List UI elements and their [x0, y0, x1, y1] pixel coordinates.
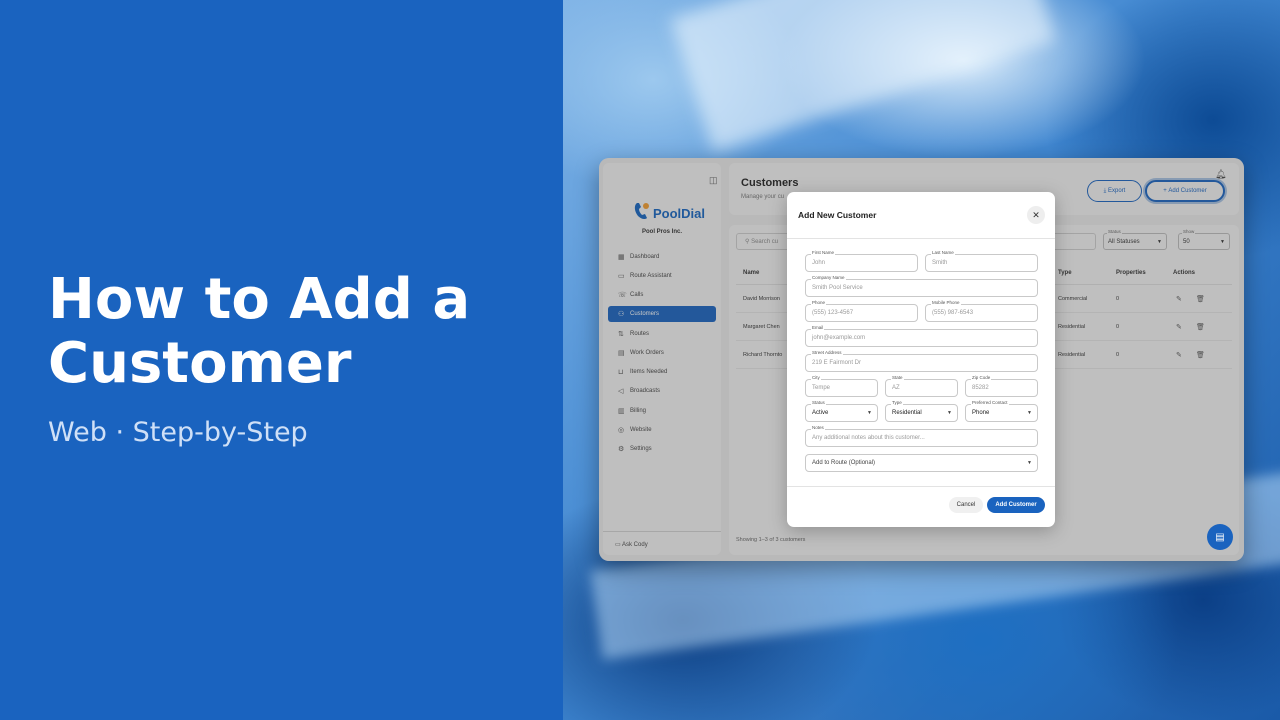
- field-placeholder: Smith: [932, 260, 948, 266]
- field-label: Company Name: [811, 275, 846, 280]
- dialog-title: Add New Customer: [798, 210, 877, 220]
- field-label: Status: [811, 400, 826, 405]
- status-select[interactable]: Status Active ▼: [805, 400, 878, 422]
- notes-field[interactable]: Notes Any additional notes about this cu…: [805, 425, 1038, 447]
- add-customer-dialog: Add New Customer ✕ First Name John Last …: [787, 192, 1055, 527]
- street-address-field[interactable]: Street Address 219 E Fairmont Dr: [805, 350, 1038, 372]
- field-value: Residential: [892, 410, 922, 416]
- app-window: ◫ PoolDial Pool Pros Inc. ▦ Dashboard ▭ Ro…: [599, 158, 1244, 561]
- field-label: Email: [811, 325, 825, 330]
- field-placeholder: (555) 987-6543: [932, 310, 974, 316]
- route-select[interactable]: Add to Route (Optional) ▼: [805, 454, 1038, 472]
- preferred-contact-select[interactable]: Preferred Contact Phone ▼: [965, 400, 1038, 422]
- type-select[interactable]: Type Residential ▼: [885, 400, 958, 422]
- field-label: State: [891, 375, 904, 380]
- chat-button[interactable]: ▤: [1207, 524, 1233, 550]
- divider: [787, 486, 1055, 487]
- chevron-down-icon: ▼: [1027, 410, 1032, 416]
- field-value: Active: [812, 410, 829, 416]
- field-placeholder: 219 E Fairmont Dr: [812, 360, 862, 366]
- field-label: Phone: [811, 300, 827, 305]
- hero-title: How to Add a Customer: [48, 267, 471, 396]
- field-label: Type: [891, 400, 903, 405]
- field-label: Notes: [811, 425, 825, 430]
- chevron-down-icon: ▼: [947, 410, 952, 416]
- field-label: Mobile Phone: [931, 300, 961, 305]
- first-name-field[interactable]: First Name John: [805, 250, 918, 272]
- field-placeholder: Add to Route (Optional): [812, 460, 876, 466]
- phone-field[interactable]: Phone (555) 123-4567: [805, 300, 918, 322]
- field-placeholder: john@example.com: [812, 335, 866, 341]
- field-placeholder: Smith Pool Service: [812, 285, 863, 291]
- field-placeholder: (555) 123-4567: [812, 310, 854, 316]
- close-icon[interactable]: ✕: [1027, 206, 1045, 224]
- state-field[interactable]: State AZ: [885, 375, 958, 397]
- field-placeholder: AZ: [892, 385, 900, 391]
- field-label: Street Address: [811, 350, 843, 355]
- field-label: Preferred Contact: [971, 400, 1009, 405]
- city-field[interactable]: City Tempe: [805, 375, 878, 397]
- hero-panel: How to Add a Customer Web · Step-by-Step: [0, 0, 563, 720]
- field-label: First Name: [811, 250, 836, 255]
- field-label: Zip Code: [971, 375, 992, 380]
- email-field[interactable]: Email john@example.com: [805, 325, 1038, 347]
- field-placeholder: 85282: [972, 385, 989, 391]
- cancel-button[interactable]: Cancel: [949, 497, 983, 513]
- chevron-down-icon: ▼: [1027, 460, 1032, 466]
- field-label: City: [811, 375, 821, 380]
- mobile-phone-field[interactable]: Mobile Phone (555) 987-6543: [925, 300, 1038, 322]
- field-placeholder: Any additional notes about this customer…: [812, 435, 925, 441]
- company-name-field[interactable]: Company Name Smith Pool Service: [805, 275, 1038, 297]
- chevron-down-icon: ▼: [867, 410, 872, 416]
- field-value: Phone: [972, 410, 990, 416]
- last-name-field[interactable]: Last Name Smith: [925, 250, 1038, 272]
- field-label: Last Name: [931, 250, 955, 255]
- zip-code-field[interactable]: Zip Code 85282: [965, 375, 1038, 397]
- divider: [787, 238, 1055, 239]
- field-placeholder: John: [812, 260, 826, 266]
- submit-add-customer-button[interactable]: Add Customer: [987, 497, 1045, 513]
- background-band: [670, 0, 1056, 153]
- chat-icon: ▤: [1215, 531, 1225, 543]
- hero-subtitle: Web · Step-by-Step: [48, 417, 308, 448]
- field-placeholder: Tempe: [812, 385, 831, 391]
